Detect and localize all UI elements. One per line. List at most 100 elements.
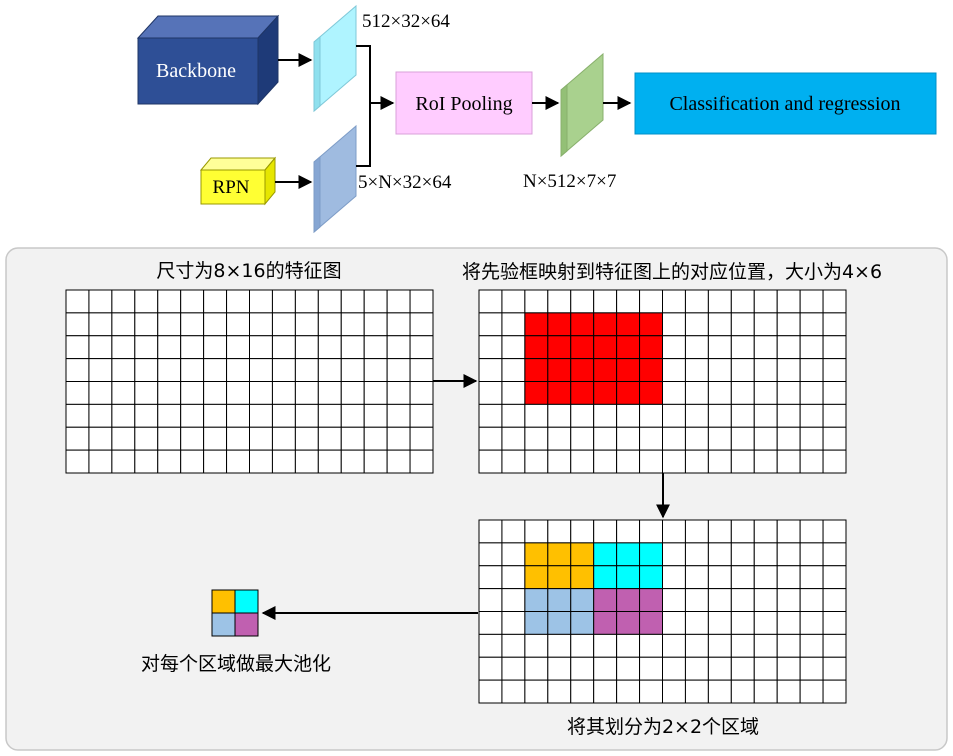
grid-cell [65, 449, 90, 474]
grid-cell [776, 519, 801, 544]
grid-cell [730, 312, 755, 337]
grid-cell [547, 381, 572, 405]
grid-cell [822, 656, 847, 681]
grid-cell [776, 358, 801, 382]
grid-cell [340, 449, 365, 474]
classification-label: Classification and regression [669, 93, 900, 115]
grid-cell [707, 656, 732, 681]
grid-cell [249, 381, 273, 405]
roi-pooling-block: RoI Pooling [395, 71, 533, 135]
grid-cell [570, 403, 595, 428]
grid-cell [226, 358, 250, 382]
grid-cell [822, 289, 847, 314]
grid-cell [593, 679, 618, 704]
grid-cell [524, 335, 549, 360]
grid-cell [593, 312, 618, 337]
grid-cell [501, 403, 526, 428]
grid-cell [157, 335, 182, 360]
grid-cell [662, 542, 686, 567]
grid-cell [707, 358, 732, 382]
grid-cell [249, 335, 273, 360]
grid-cell [249, 449, 273, 474]
grid-cell [616, 565, 641, 590]
grid-cell [684, 312, 709, 337]
grid-cell [799, 656, 824, 681]
grid-cell [317, 403, 342, 428]
grid-cell [822, 403, 847, 428]
grid-cell [616, 335, 641, 360]
grid-cell [478, 426, 503, 451]
grid-cell [684, 358, 709, 382]
grid-cell [478, 679, 503, 704]
grid-cell [203, 289, 228, 314]
grid-cell [88, 335, 113, 360]
grid-cell [570, 381, 595, 405]
grid-cell [501, 358, 526, 382]
grid-cell [363, 449, 388, 474]
pooled-top-right [234, 589, 259, 614]
grid-cell [501, 519, 526, 544]
grid-cell [616, 449, 641, 474]
grid-cell [111, 312, 136, 337]
grid-cell [340, 426, 365, 451]
grid-cell [593, 335, 618, 360]
grid-cell [226, 312, 250, 337]
grid-cell [593, 381, 618, 405]
grid-cell [294, 426, 319, 451]
grid-cell [65, 403, 90, 428]
grid-cell [730, 633, 755, 658]
grid-cell [616, 358, 641, 382]
grid-cell [180, 449, 205, 474]
grid-cell [616, 588, 641, 612]
grid-cell [340, 312, 365, 337]
grid-cell [294, 403, 319, 428]
grid-cell [822, 565, 847, 590]
grid-cell [363, 381, 388, 405]
grid-cell [593, 403, 618, 428]
grid-cell [501, 565, 526, 590]
grid-cell [294, 449, 319, 474]
grid-cell [730, 588, 755, 612]
grid-cell [593, 656, 618, 681]
grid-cell [639, 679, 663, 704]
grid-cell [753, 656, 778, 681]
grid-cell [707, 519, 732, 544]
grid-cell [501, 542, 526, 567]
grid-cell [662, 633, 686, 658]
grid-cell [730, 565, 755, 590]
rpn-block: RPN [199, 156, 277, 206]
grid-cell [65, 312, 90, 337]
pooled-bottom-right [234, 612, 259, 637]
grid-cell [547, 335, 572, 360]
grid-cell [363, 426, 388, 451]
grid-cell [616, 542, 641, 567]
grid-cell [317, 381, 342, 405]
grid-cell [157, 426, 182, 451]
grid-cell [501, 656, 526, 681]
grid-cell [662, 358, 686, 382]
grid-cell [180, 381, 205, 405]
grid-cell [524, 449, 549, 474]
grid-cell [662, 679, 686, 704]
grid-cell [111, 289, 136, 314]
grid-cell [157, 358, 182, 382]
grid-cell [157, 381, 182, 405]
grid-cell [822, 611, 847, 635]
grid-cell [570, 633, 595, 658]
grid-cell [501, 611, 526, 635]
grid-cell [822, 312, 847, 337]
grid-cell [363, 335, 388, 360]
grid-cell [524, 611, 549, 635]
grid-cell [570, 611, 595, 635]
grid-cell [340, 335, 365, 360]
grid-cell [707, 679, 732, 704]
grid-cell [822, 679, 847, 704]
grid-cell [271, 449, 296, 474]
grid-cell [593, 289, 618, 314]
grid-cell [134, 403, 159, 428]
grid-cell [65, 426, 90, 451]
grid-cell [639, 312, 663, 337]
grid-cell [478, 611, 503, 635]
grid-cell [776, 403, 801, 428]
grid-cell [157, 449, 182, 474]
